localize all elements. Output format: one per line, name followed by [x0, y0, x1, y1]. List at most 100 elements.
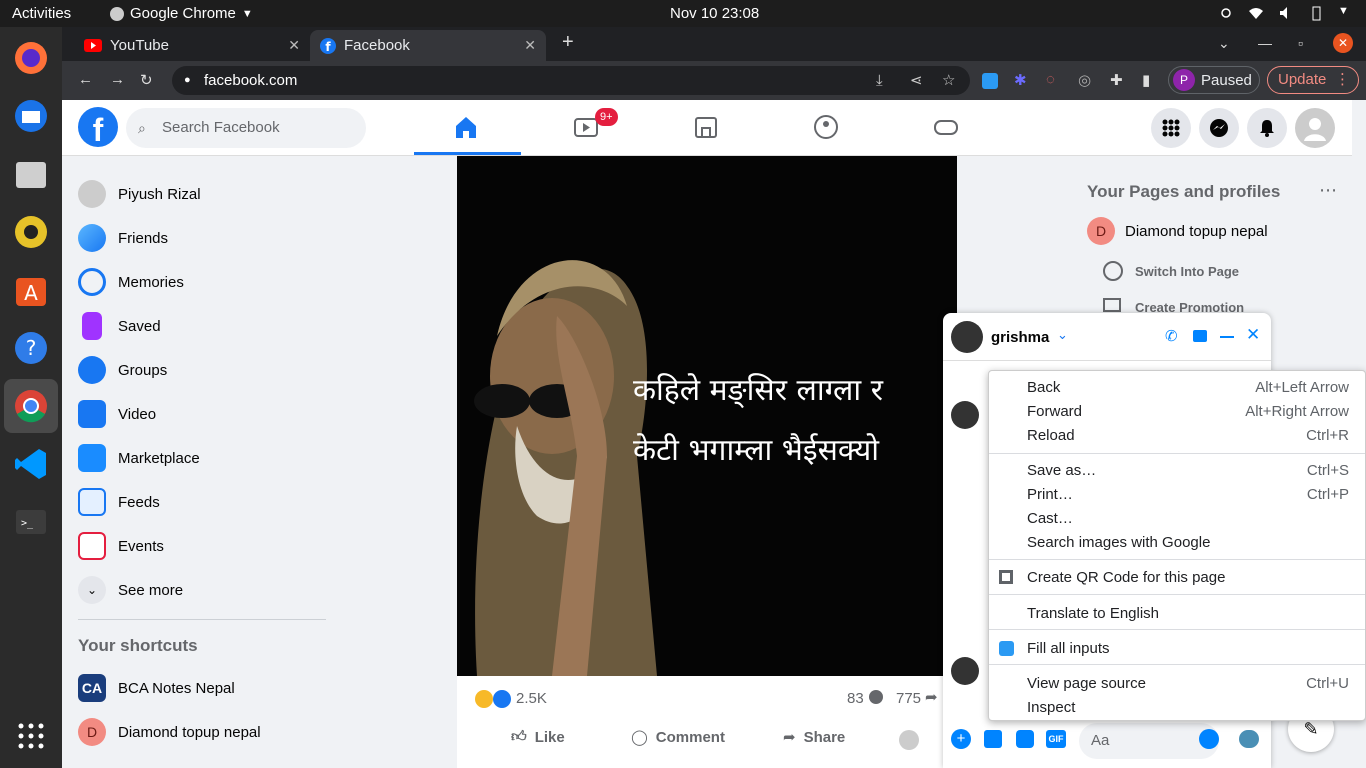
context-menu-item-reload[interactable]: Reload Ctrl+R	[989, 423, 1365, 447]
more-options-icon[interactable]: ⋯	[1319, 180, 1337, 201]
context-menu-item-save-as[interactable]: Save as… Ctrl+S	[989, 458, 1365, 482]
close-chat-icon[interactable]: ✕	[1246, 325, 1260, 345]
terminal-icon[interactable]: >_	[12, 503, 50, 541]
share-icon[interactable]: ⋖	[910, 66, 923, 95]
sidebar-item-video[interactable]: Video	[78, 394, 156, 434]
context-menu-item-inspect[interactable]: Inspect	[989, 695, 1365, 719]
fill-inputs-extension-icon[interactable]	[982, 73, 998, 89]
reaction-count[interactable]: 2.5K	[516, 690, 547, 707]
sidebar-item-friends[interactable]: Friends	[78, 218, 168, 258]
extension-compass-icon[interactable]: ◎	[1078, 71, 1091, 89]
thumbs-up-icon: 👍︎	[511, 728, 527, 745]
whale-sticker-icon[interactable]	[1239, 730, 1259, 748]
messenger-button[interactable]	[1199, 108, 1239, 148]
extension-icon[interactable]: ✱	[1014, 71, 1027, 89]
marketplace-icon[interactable]	[693, 114, 721, 142]
context-menu-item-print[interactable]: Print… Ctrl+P	[989, 482, 1365, 506]
call-icon[interactable]: ✆	[1165, 327, 1178, 345]
extensions-puzzle-icon[interactable]: ✚	[1110, 71, 1123, 89]
gaming-icon[interactable]	[933, 114, 961, 142]
new-tab-button[interactable]: +	[562, 31, 574, 54]
tab-facebook[interactable]: f Facebook ✕	[310, 30, 546, 61]
profile-button[interactable]: P Paused	[1168, 66, 1260, 94]
maximize-button[interactable]: ▫	[1298, 35, 1303, 51]
context-menu-item-forward[interactable]: Forward Alt+Right Arrow	[989, 399, 1365, 423]
firefox-icon[interactable]	[12, 39, 50, 77]
switch-into-page-link[interactable]: Switch Into Page	[1135, 264, 1285, 279]
comment-count[interactable]: 83	[847, 690, 864, 707]
emoji-icon[interactable]	[1199, 729, 1219, 749]
context-menu-item-fill-inputs[interactable]: Fill all inputs	[989, 636, 1365, 660]
context-menu-item-view-source[interactable]: View page source Ctrl+U	[989, 671, 1365, 695]
tab-youtube[interactable]: YouTube ✕	[74, 30, 310, 61]
reload-icon[interactable]: ↻	[140, 71, 153, 89]
post-image[interactable]: कहिले मङ्सिर लाग्ला र केटी भगाम्ला भैईसक…	[457, 156, 957, 676]
install-icon[interactable]: ⤓	[876, 66, 883, 95]
sidebar-item-see-more[interactable]: ⌄ See more	[78, 570, 183, 610]
groups-icon[interactable]	[813, 114, 841, 142]
files-icon[interactable]	[12, 155, 50, 193]
close-window-button[interactable]: ✕	[1333, 33, 1353, 53]
audience-selector[interactable]	[899, 730, 919, 750]
facebook-logo-icon[interactable]: f	[78, 107, 118, 148]
chrome-dock-icon[interactable]	[12, 387, 50, 425]
menu-grid-button[interactable]	[1151, 108, 1191, 148]
sticker-icon[interactable]	[1016, 730, 1034, 748]
notifications-button[interactable]	[1247, 108, 1287, 148]
chevron-down-icon: ▼	[241, 7, 253, 20]
share-button[interactable]: ➦ Share	[783, 728, 845, 747]
account-avatar[interactable]	[1295, 108, 1335, 148]
system-tray[interactable]: ▼	[1218, 5, 1354, 21]
profile-status: Paused	[1201, 71, 1252, 89]
chat-header[interactable]: grishma ⌄ ✆ ✕	[943, 313, 1271, 361]
share-count[interactable]: 775	[896, 690, 921, 707]
forward-icon[interactable]: →	[110, 71, 125, 88]
clock[interactable]: Nov 10 23:08	[670, 5, 759, 22]
sidebar-item-profile[interactable]: Piyush Rizal	[78, 174, 201, 214]
rhythmbox-icon[interactable]	[12, 213, 50, 251]
close-tab-icon[interactable]: ✕	[524, 37, 536, 54]
sidebar-item-memories[interactable]: Memories	[78, 262, 184, 302]
software-store-icon[interactable]: A	[12, 271, 50, 309]
close-tab-icon[interactable]: ✕	[288, 37, 300, 54]
video-call-icon[interactable]	[1193, 330, 1207, 342]
sidebar-item-events[interactable]: Events	[78, 526, 164, 566]
sidebar-item-saved[interactable]: Saved	[78, 306, 161, 346]
sidebar-item-feeds[interactable]: Feeds	[78, 482, 160, 522]
vscode-icon[interactable]	[12, 445, 50, 483]
shortcut-diamond-topup[interactable]: D Diamond topup nepal	[78, 712, 261, 752]
update-button[interactable]: Update ⋮	[1267, 66, 1359, 94]
thunderbird-icon[interactable]	[12, 97, 50, 135]
address-bar[interactable]: ● facebook.com ⤓ ⋖ ☆	[172, 66, 970, 95]
context-menu-item-cast[interactable]: Cast…	[989, 506, 1365, 530]
shortcut-bca-notes[interactable]: CA BCA Notes Nepal	[78, 668, 235, 708]
app-menu[interactable]: Google Chrome ▼	[110, 5, 253, 22]
back-icon[interactable]: ←	[78, 71, 93, 88]
menu-separator	[989, 594, 1365, 595]
context-menu-item-qr-code[interactable]: Create QR Code for this page	[989, 565, 1365, 589]
svg-text:?: ?	[26, 336, 37, 360]
sidebar-item-marketplace[interactable]: Marketplace	[78, 438, 200, 478]
search-input[interactable]: ⌕ Search Facebook	[126, 108, 366, 148]
page-name[interactable]: Diamond topup nepal	[1125, 223, 1305, 240]
sidebar-item-groups[interactable]: Groups	[78, 350, 167, 390]
help-icon[interactable]: ?	[12, 329, 50, 367]
context-menu-item-translate[interactable]: Translate to English	[989, 601, 1365, 625]
add-actions-icon[interactable]: +	[951, 729, 971, 749]
context-menu-item-search-images[interactable]: Search images with Google	[989, 530, 1365, 554]
bookmark-star-icon[interactable]: ☆	[942, 66, 955, 95]
side-panel-icon[interactable]: ▮	[1142, 71, 1150, 89]
minimize-button[interactable]: —	[1258, 35, 1272, 51]
extension-code-icon[interactable]: ◌	[1046, 71, 1055, 88]
like-button[interactable]: 👍︎ Like	[511, 728, 565, 746]
photo-icon[interactable]	[984, 730, 1002, 748]
activities-button[interactable]: Activities	[12, 5, 71, 22]
tab-search-icon[interactable]: ⌄	[1218, 35, 1230, 52]
home-icon[interactable]	[453, 114, 481, 142]
show-apps-icon[interactable]	[12, 717, 50, 755]
context-menu-item-back[interactable]: Back Alt+Left Arrow	[989, 375, 1365, 399]
message-input[interactable]: Aa	[1079, 723, 1219, 759]
comment-button[interactable]: ◯ Comment	[631, 728, 725, 747]
minimize-chat-icon[interactable]	[1220, 336, 1234, 338]
gif-icon[interactable]: GIF	[1046, 730, 1066, 748]
